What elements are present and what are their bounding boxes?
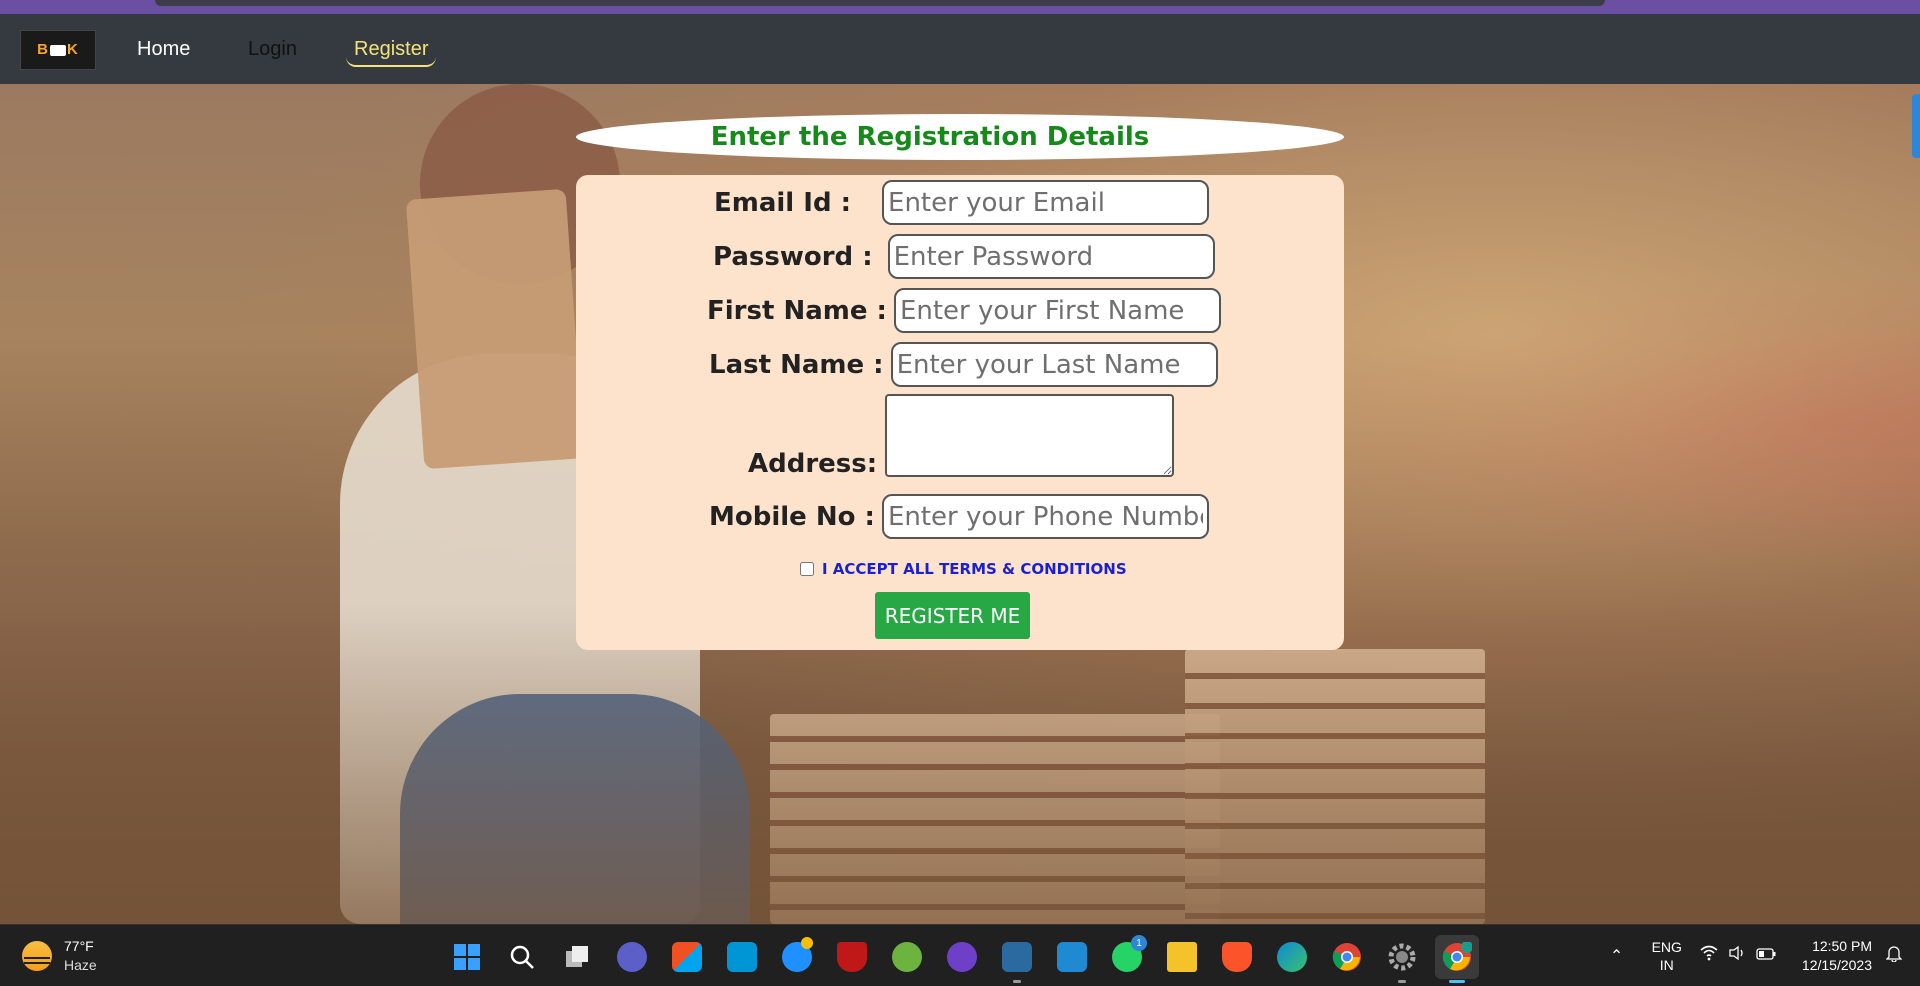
- brave-icon[interactable]: [1215, 935, 1259, 979]
- address-row: Address:: [748, 394, 1175, 479]
- form-title: Enter the Registration Details: [710, 122, 1150, 152]
- edge-icon[interactable]: [1270, 935, 1314, 979]
- taskbar: 77°F Haze 1 ⌃ ENG IN 12:50 PM 12/15/2023: [0, 924, 1920, 986]
- github-icon[interactable]: [940, 935, 984, 979]
- address-label: Address:: [748, 449, 878, 479]
- nav-register-link[interactable]: Register: [346, 38, 437, 67]
- first-name-row: First Name :: [707, 288, 1221, 333]
- chrome-icon[interactable]: [1325, 935, 1369, 979]
- terms-row[interactable]: I ACCEPT ALL TERMS & CONDITIONS: [800, 560, 1127, 578]
- language-indicator[interactable]: ENG IN: [1652, 938, 1682, 974]
- address-field[interactable]: [885, 394, 1175, 477]
- site-logo[interactable]: BK: [20, 30, 96, 70]
- last-name-label: Last Name :: [709, 349, 884, 380]
- battery-icon: [1756, 947, 1776, 965]
- register-button[interactable]: REGISTER ME: [875, 592, 1030, 639]
- vscode-icon[interactable]: [1050, 935, 1094, 979]
- password-label: Password :: [713, 241, 873, 272]
- wifi-icon: [1700, 945, 1718, 966]
- file-explorer-icon[interactable]: [1160, 935, 1204, 979]
- nav-home-link[interactable]: Home: [137, 38, 190, 61]
- password-row: Password :: [713, 234, 1215, 279]
- settings-icon[interactable]: [1380, 935, 1424, 983]
- myhp-icon[interactable]: [720, 935, 764, 979]
- clock[interactable]: 12:50 PM 12/15/2023: [1802, 937, 1872, 975]
- navbar: BK Home Login Register: [0, 14, 1920, 84]
- scrollbar-thumb[interactable]: [1912, 94, 1920, 158]
- spring-icon[interactable]: [885, 935, 929, 979]
- haze-weather-icon: [22, 941, 52, 971]
- volume-icon: [1728, 945, 1746, 966]
- clock-date: 12/15/2023: [1801, 956, 1872, 973]
- mcafee-icon[interactable]: [830, 935, 874, 979]
- email-field[interactable]: [882, 180, 1210, 225]
- whatsapp-icon[interactable]: 1: [1105, 935, 1149, 979]
- system-tray: ⌃ ENG IN 12:50 PM 12/15/2023: [1602, 925, 1920, 986]
- meet-icon[interactable]: [610, 935, 654, 979]
- weather-widget[interactable]: 77°F Haze: [22, 937, 97, 975]
- chrome-profile-icon[interactable]: [1435, 935, 1479, 983]
- whatsapp-badge: 1: [1131, 935, 1147, 951]
- nav-login-link[interactable]: Login: [248, 38, 297, 61]
- mobile-label: Mobile No :: [709, 501, 875, 532]
- password-field[interactable]: [887, 234, 1215, 279]
- last-name-row: Last Name :: [709, 342, 1218, 387]
- lang-line-2: IN: [1659, 956, 1674, 973]
- search-icon[interactable]: [500, 935, 544, 979]
- first-name-field[interactable]: [893, 288, 1221, 333]
- browser-top-strip: [0, 0, 1920, 14]
- email-label: Email Id :: [714, 187, 852, 218]
- store-icon[interactable]: [665, 935, 709, 979]
- help-icon[interactable]: [775, 935, 819, 979]
- weather-condition: Haze: [64, 957, 97, 973]
- terms-label: I ACCEPT ALL TERMS & CONDITIONS: [822, 560, 1127, 578]
- form-title-banner: Enter the Registration Details: [576, 114, 1344, 160]
- bg-held-book: [405, 188, 585, 470]
- quick-settings[interactable]: [1700, 945, 1786, 966]
- bg-field: [0, 604, 1920, 924]
- task-view-icon[interactable]: [555, 935, 599, 979]
- browser-tab-strip: [155, 0, 1605, 6]
- first-name-label: First Name :: [707, 295, 887, 326]
- clock-time: 12:50 PM: [1812, 937, 1872, 954]
- mysql-icon[interactable]: [995, 935, 1039, 983]
- logo-mark: BK: [37, 41, 79, 58]
- mobile-row: Mobile No :: [709, 494, 1209, 539]
- windows-start-icon[interactable]: [445, 935, 489, 979]
- mobile-field[interactable]: [881, 494, 1209, 539]
- terms-checkbox[interactable]: [800, 562, 814, 576]
- last-name-field[interactable]: [890, 342, 1218, 387]
- taskbar-apps: 1: [445, 935, 1490, 983]
- lang-line-1: ENG: [1651, 938, 1682, 955]
- notification-bell-icon[interactable]: [1885, 944, 1906, 967]
- chevron-up-icon[interactable]: ⌃: [1602, 946, 1632, 966]
- email-row: Email Id :: [714, 180, 1210, 225]
- weather-temp: 77°F: [64, 938, 94, 954]
